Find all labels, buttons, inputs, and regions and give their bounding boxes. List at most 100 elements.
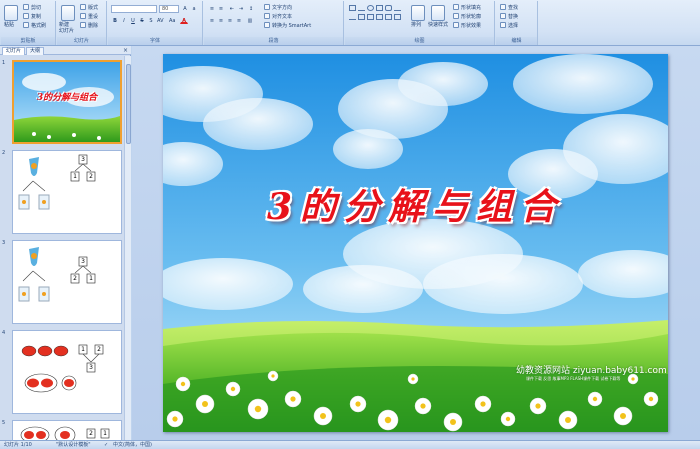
copy-button[interactable]: 复制 bbox=[23, 13, 41, 21]
arrange-icon[interactable] bbox=[411, 5, 425, 21]
new-slide-icon[interactable] bbox=[61, 5, 75, 21]
star-shape-icon[interactable] bbox=[385, 14, 392, 20]
layout-button[interactable]: 版式 bbox=[80, 4, 98, 12]
language-indicator[interactable]: 中文(简体，中国) bbox=[113, 441, 152, 449]
delete-button[interactable]: 删除 bbox=[80, 22, 98, 30]
layout-icon bbox=[80, 4, 86, 10]
slide-thumb-3[interactable]: 3 2 1 bbox=[12, 240, 122, 324]
drawing-label: 绘图 bbox=[345, 37, 494, 45]
font-color-icon[interactable]: A bbox=[180, 17, 188, 24]
tab-slides[interactable]: 幻灯片 bbox=[2, 47, 26, 55]
align-right-icon[interactable]: ≡ bbox=[226, 17, 234, 24]
editing-label: 编辑 bbox=[496, 37, 537, 45]
align-text-icon bbox=[264, 13, 270, 19]
scissors-icon bbox=[23, 4, 29, 10]
status-bar: 幻灯片 1/10 "默认设计模板" ✓ 中文(简体，中国) bbox=[0, 440, 700, 449]
align-left-icon[interactable]: ≡ bbox=[208, 17, 216, 24]
select-button[interactable]: 选择 bbox=[500, 22, 518, 30]
shape-effects-button[interactable]: 形状效果 bbox=[453, 22, 481, 30]
paste-button[interactable]: 粘贴 bbox=[4, 22, 14, 29]
line-shape-icon[interactable] bbox=[358, 5, 365, 11]
format-painter-button[interactable]: 格式刷 bbox=[23, 22, 46, 30]
ribbon: 粘贴 剪切 复制 格式刷 剪贴板 新建 幻灯片 版式 重设 删除 幻灯片 80 … bbox=[0, 0, 700, 46]
thumb-3-right: 1 bbox=[89, 275, 93, 282]
tab-outline[interactable]: 大纲 bbox=[26, 47, 45, 55]
quick-styles-button[interactable]: 快速样式 bbox=[428, 22, 448, 29]
increase-indent-icon[interactable]: ⇥ bbox=[237, 5, 245, 12]
italic-icon[interactable]: I bbox=[120, 17, 128, 24]
columns-icon[interactable]: ▥ bbox=[246, 17, 254, 24]
rectangle-shape-icon[interactable] bbox=[376, 5, 383, 11]
editing-group: 查找 替换 选择 编辑 bbox=[496, 1, 538, 45]
arrange-button[interactable]: 排列 bbox=[411, 22, 421, 29]
scrollbar-thumb[interactable] bbox=[126, 64, 131, 144]
theme-name: "默认设计模板" bbox=[56, 442, 91, 448]
thumb-number: 1 bbox=[2, 60, 6, 66]
slide-thumb-4[interactable]: 1 2 3 bbox=[12, 330, 122, 414]
replace-button[interactable]: 替换 bbox=[500, 13, 518, 21]
pane-scrollbar[interactable] bbox=[124, 56, 131, 440]
thumb-5-left: 2 bbox=[89, 430, 93, 437]
bold-icon[interactable]: B bbox=[111, 17, 119, 24]
smartart-icon bbox=[264, 22, 270, 28]
quick-styles-icon[interactable] bbox=[431, 5, 445, 21]
rounded-rect-shape-icon[interactable] bbox=[385, 5, 392, 11]
shadow-icon[interactable]: S bbox=[147, 17, 155, 24]
bracket-shape-icon[interactable] bbox=[376, 14, 383, 20]
line-spacing-icon[interactable]: ↕ bbox=[247, 5, 255, 12]
shape-outline-button[interactable]: 形状轮廓 bbox=[453, 13, 481, 21]
align-center-icon[interactable]: ≡ bbox=[217, 17, 225, 24]
arrow-shape-icon[interactable] bbox=[394, 5, 401, 11]
thumb-3-left: 2 bbox=[73, 275, 77, 282]
numbering-icon[interactable]: ≡ bbox=[217, 5, 225, 12]
underline-icon[interactable]: U bbox=[129, 17, 137, 24]
paste-icon[interactable] bbox=[4, 5, 18, 21]
reset-button[interactable]: 重设 bbox=[80, 13, 98, 21]
slides-pane: 幻灯片 大纲 × 1 3的分解与组合 2 3 1 2 3 3 2 1 4 1 2… bbox=[0, 46, 131, 440]
callout-shape-icon[interactable] bbox=[367, 14, 374, 20]
change-case-icon[interactable]: Aa bbox=[168, 17, 176, 24]
new-slide-button[interactable]: 新建 幻灯片 bbox=[59, 22, 74, 34]
connector-shape-icon[interactable] bbox=[349, 14, 356, 20]
thumb-4-image bbox=[21, 344, 104, 393]
thumb-number: 4 bbox=[2, 330, 6, 336]
slide-thumb-2[interactable]: 3 1 2 bbox=[12, 150, 122, 234]
paragraph-label: 段落 bbox=[204, 37, 343, 45]
align-text-button[interactable]: 对齐文本 bbox=[264, 13, 292, 21]
close-icon[interactable]: × bbox=[123, 47, 128, 54]
slide-thumb-1[interactable]: 3的分解与组合 bbox=[12, 60, 122, 144]
find-button[interactable]: 查找 bbox=[500, 4, 518, 12]
textbox-shape-icon[interactable] bbox=[349, 5, 356, 11]
justify-icon[interactable]: ≡ bbox=[235, 17, 243, 24]
slide-canvas[interactable]: 3的分解与组合 幼教资源网站 ziyuan.baby611.com 课件下载 反… bbox=[163, 54, 668, 432]
slide-thumb-5[interactable]: 2 1 bbox=[12, 420, 122, 440]
spellcheck-icon[interactable]: ✓ bbox=[104, 441, 108, 449]
bullets-icon[interactable]: ≡ bbox=[208, 5, 216, 12]
strikethrough-icon[interactable]: S bbox=[138, 17, 146, 24]
decrease-indent-icon[interactable]: ⇤ bbox=[228, 5, 236, 12]
smartart-button[interactable]: 转换为 SmartArt bbox=[264, 22, 311, 30]
font-name-combo[interactable] bbox=[111, 5, 157, 13]
clipboard-label: 剪贴板 bbox=[1, 37, 55, 45]
thumb-4-left: 1 bbox=[81, 346, 85, 353]
triangle-shape-icon[interactable] bbox=[358, 14, 365, 20]
text-direction-button[interactable]: 文字方向 bbox=[264, 4, 292, 12]
font-size-combo[interactable]: 80 bbox=[159, 5, 179, 13]
brush-icon bbox=[23, 22, 29, 28]
pen-icon bbox=[453, 13, 459, 19]
cut-button[interactable]: 剪切 bbox=[23, 4, 41, 12]
thumb-2-image bbox=[18, 154, 96, 210]
grow-font-icon[interactable]: A bbox=[181, 5, 189, 12]
cursor-icon bbox=[500, 22, 506, 28]
shrink-font-icon[interactable]: a bbox=[190, 5, 198, 12]
delete-icon bbox=[80, 22, 86, 28]
slides-group: 新建 幻灯片 版式 重设 删除 幻灯片 bbox=[57, 1, 107, 45]
oval-shape-icon[interactable] bbox=[367, 5, 374, 11]
watermark-subtext: 课件下载 反思 故事MP3 FLASH课件下载 试卷下载等 bbox=[526, 376, 621, 381]
slide-title[interactable]: 3的分解与组合 bbox=[163, 178, 668, 230]
more-shapes-icon[interactable] bbox=[394, 14, 401, 20]
spacing-icon[interactable]: AV bbox=[156, 17, 164, 24]
effects-icon bbox=[453, 22, 459, 28]
replace-icon bbox=[500, 13, 506, 19]
shape-fill-button[interactable]: 形状填充 bbox=[453, 4, 481, 12]
